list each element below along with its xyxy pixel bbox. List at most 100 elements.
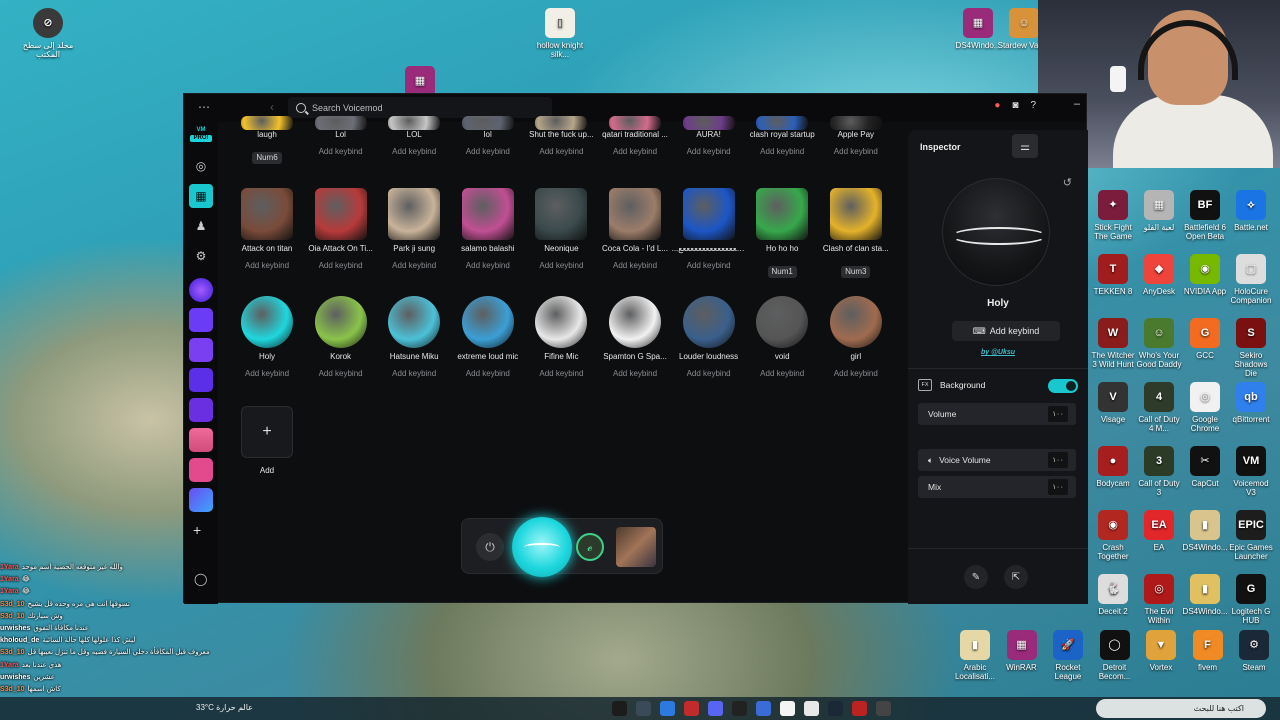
sound-tile[interactable]: qatari traditional ... Add keybind — [598, 116, 672, 158]
sound-thumbnail[interactable] — [756, 188, 809, 240]
desktop-icon[interactable]: V Visage — [1090, 382, 1136, 424]
taskbar-app-icon[interactable] — [876, 701, 891, 716]
sound-tile[interactable]: Fifine Mic Add keybind — [524, 296, 598, 380]
chat-username[interactable]: 1Yara — [0, 576, 19, 583]
back-arrow-icon[interactable]: ‹ — [270, 100, 274, 114]
sound-tile[interactable]: Attack on titan Add keybind — [230, 188, 304, 272]
sound-thumbnail[interactable] — [829, 188, 882, 240]
search-input[interactable] — [312, 102, 532, 113]
sound-thumbnail[interactable] — [535, 188, 588, 240]
sound-thumbnail[interactable] — [756, 296, 809, 348]
voice-slot-7[interactable] — [189, 458, 213, 482]
desktop-icon[interactable]: qb qBittorrent — [1228, 382, 1274, 424]
sound-tile[interactable]: extreme loud mic Add keybind — [451, 296, 525, 380]
desktop-icon[interactable]: ● Bodycam — [1090, 446, 1136, 488]
keybind-label[interactable]: Add keybind — [819, 368, 893, 380]
sound-tile[interactable]: Louder loudness Add keybind — [672, 296, 746, 380]
desktop-icon[interactable]: ▢ HoloCure Companion — [1228, 254, 1274, 305]
sound-thumbnail[interactable] — [756, 116, 809, 130]
keybind-label[interactable]: Add keybind — [377, 146, 451, 158]
sound-tile[interactable]: Park ji sung Add keybind — [377, 188, 451, 272]
desktop-icon[interactable]: ✦ Stick Fight The Game — [1090, 190, 1136, 241]
sound-thumbnail[interactable] — [829, 296, 882, 348]
search-bar[interactable] — [288, 97, 552, 118]
mix-row[interactable]: Mix ١٠٠ — [918, 476, 1076, 498]
sound-thumbnail[interactable] — [682, 116, 735, 130]
voice-slot-1[interactable] — [189, 278, 213, 302]
taskbar-settings-icon[interactable] — [636, 701, 651, 716]
sound-thumbnail[interactable] — [461, 188, 514, 240]
voice-slot-3[interactable] — [189, 338, 213, 362]
keybind-label[interactable]: Add keybind — [524, 146, 598, 158]
sound-thumbnail[interactable] — [388, 296, 441, 348]
keybind-label[interactable]: Add keybind — [524, 368, 598, 380]
sound-tile[interactable]: Ho ho ho Num1 — [745, 188, 819, 278]
desktop-icon[interactable]: ▼ Vortex — [1138, 630, 1184, 672]
sound-tile[interactable]: laugh Num6 — [230, 116, 304, 164]
sound-tile[interactable]: LOL Add keybind — [377, 116, 451, 158]
desktop-icon-folder[interactable]: ⊘ مجلد إلى سطح المكتب — [20, 8, 76, 59]
desktop-icon[interactable]: T TEKKEN 8 — [1090, 254, 1136, 296]
menu-dots-icon[interactable]: ⋯ — [198, 100, 210, 114]
sound-thumbnail[interactable] — [682, 296, 735, 348]
desktop-icon[interactable]: ⚙ Steam — [1231, 630, 1277, 672]
keybind-label[interactable]: Add keybind — [745, 146, 819, 158]
desktop-icon[interactable]: Ffivem — [1185, 630, 1231, 672]
chat-username[interactable]: S3d_10 — [0, 601, 25, 608]
desktop-icon[interactable]: ◉ Crash Together — [1090, 510, 1136, 561]
keybind-label[interactable]: Add keybind — [745, 368, 819, 380]
sound-thumbnail[interactable] — [314, 188, 367, 240]
keybind-label[interactable]: Add keybind — [304, 146, 378, 158]
keybind-label[interactable]: Add keybind — [377, 260, 451, 272]
sound-thumbnail[interactable] — [461, 116, 514, 130]
desktop-icon[interactable]: ◉ NVIDIA App — [1182, 254, 1228, 296]
sound-tile[interactable]: AURA! Add keybind — [672, 116, 746, 158]
keybind-label[interactable]: Add keybind — [524, 260, 598, 272]
sound-thumbnail[interactable] — [241, 116, 293, 130]
sound-thumbnail[interactable] — [314, 116, 367, 130]
taskbar-search[interactable]: اكتب هنا للبحث — [1096, 699, 1266, 718]
soundboard-icon[interactable]: ▦ — [189, 184, 213, 208]
plus-icon[interactable]: + — [241, 406, 293, 458]
sound-tile[interactable]: Apple Pay Add keybind — [819, 116, 893, 158]
keybind-label[interactable]: Num3 — [819, 260, 893, 278]
desktop-icon[interactable]: ☺ Who's Your Good Daddy — [1136, 318, 1182, 369]
taskbar-app-icon[interactable] — [660, 701, 675, 716]
voice-slot-8[interactable] — [189, 488, 213, 512]
add-keybind-button[interactable]: ⌨ Add keybind — [952, 321, 1060, 341]
help-icon[interactable]: ? — [1030, 100, 1036, 111]
background-toggle[interactable] — [1048, 379, 1078, 393]
voice-slot-4[interactable] — [189, 368, 213, 392]
power-icon[interactable]: ⏻ — [476, 533, 504, 561]
keybind-label[interactable]: Num6 — [230, 146, 304, 164]
taskbar-app-icon[interactable] — [852, 701, 867, 716]
desktop-icon[interactable]: 4 Call of Duty 4 M... — [1136, 382, 1182, 433]
sound-tile[interactable]: Oia Attack On Ti... Add keybind — [304, 188, 378, 272]
keybind-label[interactable]: Add keybind — [672, 146, 746, 158]
taskbar-app-icon[interactable] — [756, 701, 771, 716]
sound-thumbnail[interactable] — [609, 296, 661, 348]
sound-thumbnail[interactable] — [682, 188, 735, 240]
author-link[interactable]: by @Uksu — [908, 349, 1088, 356]
edit-icon[interactable]: ✎ — [964, 565, 988, 589]
chat-username[interactable]: urwishes — [0, 674, 30, 681]
minimize-icon[interactable]: – — [1074, 98, 1080, 110]
share-icon[interactable]: ⇱ — [1004, 565, 1028, 589]
desktop-icon-hollow[interactable]: ▯ hollow knight silk... — [532, 8, 588, 59]
desktop-icon[interactable]: G GCC — [1182, 318, 1228, 360]
sound-tile[interactable]: Spamton G Spa... Add keybind — [598, 296, 672, 380]
keybind-label[interactable]: Add keybind — [672, 368, 746, 380]
desktop-icon[interactable]: W The Witcher 3 Wild Hunt — [1090, 318, 1136, 369]
desktop-icon[interactable]: 🚀 Rocket League — [1045, 630, 1091, 681]
chat-username[interactable]: kholoud_de — [0, 637, 39, 644]
desktop-icon[interactable]: ✂ CapCut — [1182, 446, 1228, 488]
sound-thumbnail[interactable] — [829, 116, 882, 130]
sound-tile[interactable]: Shut the fuck up... Add keybind — [524, 116, 598, 158]
desktop-icon[interactable]: ◎ Google Chrome — [1182, 382, 1228, 433]
desktop-icon[interactable]: S Sekiro Shadows Die — [1228, 318, 1274, 378]
sound-tile[interactable]: salamo balashi Add keybind — [451, 188, 525, 272]
sound-thumbnail[interactable] — [241, 188, 293, 240]
desktop-icon[interactable]: EA EA — [1136, 510, 1182, 552]
sound-tile[interactable]: Korok Add keybind — [304, 296, 378, 380]
mix-value[interactable]: ١٠٠ — [1048, 479, 1068, 495]
